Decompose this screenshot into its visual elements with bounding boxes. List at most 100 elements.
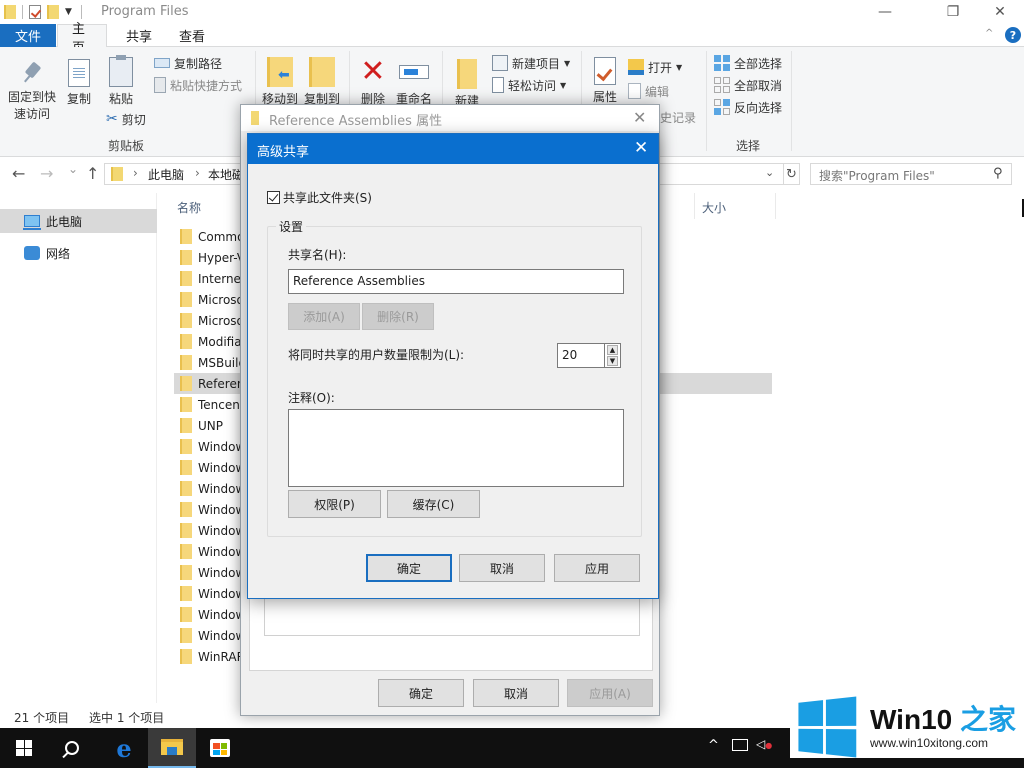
search-icon[interactable]: ⚲ <box>993 166 1003 181</box>
copy-label: 复制 <box>66 92 91 106</box>
new-folder-quick-icon[interactable] <box>47 5 59 19</box>
taskbar-file-explorer[interactable] <box>148 728 196 768</box>
folder-icon <box>180 481 192 496</box>
select-none-icon <box>714 77 730 93</box>
title-bar: ▼ Program Files — ❐ ✕ <box>0 0 1024 24</box>
paste-shortcut-button[interactable]: 粘贴快捷方式 <box>154 75 242 95</box>
select-all-button[interactable]: 全部选择 <box>714 53 782 73</box>
easy-access-button[interactable]: 轻松访问 ▼ <box>492 75 566 95</box>
properties-close-button[interactable]: ✕ <box>633 108 646 127</box>
folder-icon <box>180 313 192 328</box>
pin-label-1: 固定到快 <box>7 90 56 104</box>
network-tray-icon[interactable] <box>732 739 748 751</box>
back-button[interactable]: ← <box>12 164 25 183</box>
remove-share-name-button[interactable]: 删除(R) <box>362 303 434 330</box>
open-label: 打开 <box>648 60 673 75</box>
easy-access-icon <box>492 77 504 93</box>
network-icon <box>24 246 40 260</box>
close-button[interactable]: ✕ <box>977 0 1023 24</box>
new-item-button[interactable]: 新建项目 ▼ <box>492 53 570 73</box>
invert-selection-button[interactable]: 反向选择 <box>714 97 782 117</box>
open-button[interactable]: 打开 ▼ <box>628 57 682 77</box>
new-folder-button[interactable]: 新建 <box>452 59 482 110</box>
copy-button[interactable]: 复制 <box>64 59 94 108</box>
folder-icon <box>180 250 192 265</box>
comment-textarea[interactable] <box>288 409 624 487</box>
ribbon-collapse-icon[interactable]: ^ <box>985 28 993 39</box>
tab-file[interactable]: 文件 <box>0 24 56 47</box>
invert-selection-icon <box>714 99 730 115</box>
move-to-button[interactable]: ⬅ 移动到 <box>262 57 298 108</box>
edge-icon: e <box>116 733 132 763</box>
folder-icon <box>180 334 192 349</box>
properties-title: Reference Assemblies 属性 <box>269 114 443 129</box>
ok-button[interactable]: 确定 <box>366 554 452 582</box>
permissions-button[interactable]: 权限(P) <box>288 490 381 518</box>
tray-chevron-icon[interactable]: ^ <box>708 738 719 753</box>
properties-ok-button[interactable]: 确定 <box>378 679 464 707</box>
help-icon[interactable]: ? <box>1005 27 1021 43</box>
spin-up-button[interactable]: ▲ <box>607 345 618 355</box>
column-separator[interactable] <box>694 193 695 219</box>
copy-to-button[interactable]: 复制到 <box>304 57 340 108</box>
delete-button[interactable]: ✕ 删除 <box>356 57 390 108</box>
taskbar-edge[interactable]: e <box>100 728 148 768</box>
select-all-label: 全部选择 <box>734 56 783 71</box>
recent-locations-button[interactable]: ⌄ <box>68 162 78 176</box>
copy-path-button[interactable]: 复制路径 <box>154 53 222 73</box>
cut-label: 剪切 <box>121 112 146 127</box>
search-input[interactable]: 搜索"Program Files" ⚲ <box>810 163 1012 185</box>
caching-button[interactable]: 缓存(C) <box>387 490 480 518</box>
taskbar-store[interactable] <box>196 728 244 768</box>
minimize-button[interactable]: — <box>862 0 908 24</box>
edit-button[interactable]: 编辑 <box>628 81 669 101</box>
column-separator[interactable] <box>775 193 776 219</box>
up-button[interactable]: ↑ <box>86 164 99 183</box>
paste-button[interactable]: 粘贴 <box>106 55 136 108</box>
tab-view[interactable]: 查看 <box>165 24 219 47</box>
advanced-sharing-close-button[interactable]: ✕ <box>634 138 648 158</box>
folder-icon <box>180 271 192 286</box>
properties-quick-icon[interactable] <box>29 5 41 19</box>
share-folder-checkbox[interactable] <box>267 191 280 204</box>
nav-item-label: 此电脑 <box>46 214 83 229</box>
folder-icon <box>180 607 192 622</box>
separator <box>22 5 23 19</box>
dropdown-arrow-icon: ▼ <box>564 58 571 68</box>
cut-button[interactable]: ✂ 剪切 <box>106 109 146 129</box>
add-share-name-button[interactable]: 添加(A) <box>288 303 360 330</box>
apply-button[interactable]: 应用 <box>554 554 640 582</box>
properties-cancel-button[interactable]: 取消 <box>473 679 559 707</box>
share-name-input[interactable]: Reference Assemblies <box>288 269 624 294</box>
cancel-button[interactable]: 取消 <box>459 554 545 582</box>
column-header-size[interactable]: 大小 <box>702 199 726 216</box>
properties-button[interactable]: 属性 <box>590 57 620 106</box>
rename-button[interactable]: 重命名 <box>396 57 432 108</box>
spin-down-button[interactable]: ▼ <box>607 356 618 366</box>
advanced-sharing-title: 高级共享 <box>257 145 310 160</box>
select-none-button[interactable]: 全部取消 <box>714 75 782 95</box>
start-button[interactable] <box>0 728 48 768</box>
address-dropdown-icon[interactable]: ⌄ <box>765 166 774 179</box>
customize-toolbar-icon[interactable]: ▼ <box>65 7 75 17</box>
forward-button[interactable]: → <box>40 164 53 183</box>
properties-apply-button[interactable]: 应用(A) <box>567 679 653 707</box>
breadcrumb-this-pc[interactable]: 此电脑 <box>148 166 184 183</box>
folder-icon <box>111 167 123 181</box>
taskbar-search-button[interactable] <box>48 728 96 768</box>
maximize-button[interactable]: ❐ <box>930 0 976 24</box>
nav-item-label: 网络 <box>46 246 71 261</box>
column-header-name[interactable]: 名称 <box>177 199 201 216</box>
tab-home[interactable]: 主页 <box>57 22 107 56</box>
share-folder-label[interactable]: 共享此文件夹(S) <box>283 189 372 206</box>
search-icon <box>65 741 79 755</box>
refresh-button[interactable]: ↻ <box>784 163 800 185</box>
pin-to-quick-access-button[interactable]: 固定到快 速访问 <box>6 61 58 123</box>
user-limit-input[interactable]: 20 <box>557 343 605 368</box>
tab-share[interactable]: 共享 <box>112 24 166 47</box>
nav-item-this-pc[interactable]: 此电脑 <box>0 209 157 233</box>
new-item-label: 新建项目 <box>512 56 561 71</box>
volume-muted-icon[interactable]: ◁● <box>756 737 772 751</box>
nav-item-network[interactable]: 网络 <box>0 241 157 265</box>
pin-icon <box>20 61 44 89</box>
